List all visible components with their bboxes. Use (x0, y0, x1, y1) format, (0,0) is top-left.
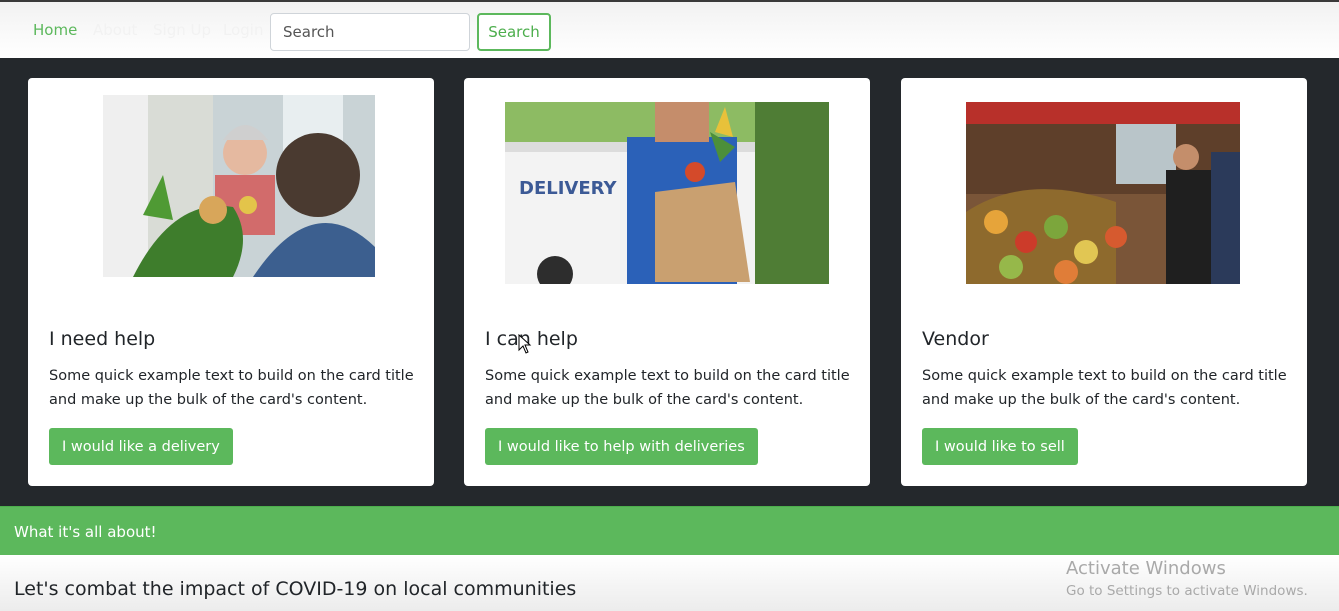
volunteer-delivery-button[interactable]: I would like to help with deliveries (485, 428, 758, 465)
market-vendor-photo (966, 102, 1240, 284)
delivery-person-photo: DELIVERY (505, 102, 829, 284)
card-vendor: Vendor Some quick example text to build … (901, 78, 1307, 486)
card-text: Some quick example text to build on the … (485, 368, 850, 408)
delivery-to-elderly-photo (103, 95, 375, 277)
search-button[interactable]: Search (477, 13, 551, 51)
about-banner: What it's all about! (0, 506, 1339, 555)
nav-signup-link[interactable]: Sign Up (153, 21, 211, 39)
card-section: I need help Some quick example text to b… (0, 58, 1339, 506)
card-title: I need help (49, 328, 156, 350)
nav-about-link[interactable]: About (93, 21, 137, 39)
mouse-cursor-icon (518, 334, 532, 354)
section-heading: Let's combat the impact of COVID-19 on l… (14, 578, 577, 600)
activate-windows-title: Activate Windows (1066, 558, 1226, 579)
card-text: Some quick example text to build on the … (49, 368, 414, 408)
search-input[interactable] (270, 13, 470, 51)
banner-text: What it's all about! (14, 523, 157, 541)
card-can-help: DELIVERY I can help Some quick example t… (464, 78, 870, 486)
navbar: Home About Sign Up Login Search (0, 0, 1339, 58)
sell-button[interactable]: I would like to sell (922, 428, 1078, 465)
request-delivery-button[interactable]: I would like a delivery (49, 428, 233, 465)
nav-login-link[interactable]: Login (223, 21, 263, 39)
delivery-van-text: DELIVERY (519, 178, 618, 199)
nav-home-link[interactable]: Home (33, 21, 77, 39)
card-need-help: I need help Some quick example text to b… (28, 78, 434, 486)
card-text: Some quick example text to build on the … (922, 368, 1287, 408)
activate-windows-subtitle: Go to Settings to activate Windows. (1066, 583, 1308, 599)
card-title: Vendor (922, 328, 989, 350)
